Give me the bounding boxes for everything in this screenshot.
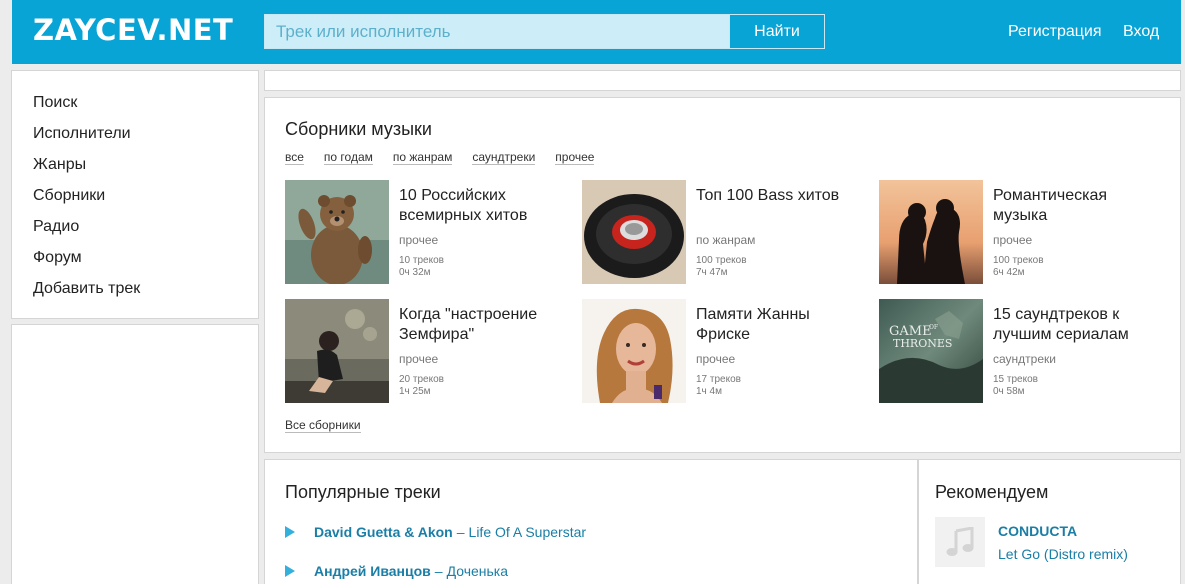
track-row: David Guetta & Akon – Life Of A Supersta… [285,522,586,542]
collection-title[interactable]: Романтическая музыка [993,186,1163,226]
sidebar-item-genres[interactable]: Жанры [12,155,258,186]
collection-track-count: 100 треков [696,255,747,266]
woman-portrait-photo[interactable] [582,299,686,403]
collection-card[interactable]: Памяти Жанны Фриске прочее 17 треков 1ч … [582,299,862,403]
track-row: Андрей Иванцов – Доченька [285,561,508,581]
track-separator: – [456,524,465,540]
sidebar-item-forum[interactable]: Форум [12,248,258,279]
track-artist[interactable]: David Guetta & Akon [314,524,453,540]
sidebar-item-add-track[interactable]: Добавить трек [12,279,258,310]
collection-category: прочее [993,233,1033,247]
collection-category: по жанрам [696,233,756,247]
sidebar-item-search[interactable]: Поиск [12,93,258,124]
game-of-thrones-poster[interactable]: GAME OF THRONES [879,299,983,403]
recommend-title: Рекомендуем [935,482,1049,502]
collection-card[interactable]: Топ 100 Bass хитов по жанрам 100 треков … [582,180,862,284]
collection-duration: 0ч 32м [399,267,431,278]
collection-card[interactable]: Романтическая музыка прочее 100 треков 6… [879,180,1159,284]
play-icon[interactable] [285,565,295,577]
speaker-photo[interactable] [582,180,686,284]
filter-by-genre[interactable]: по жанрам [392,150,453,165]
recommend-section: Рекомендуем CONDUCTA Let Go (Distro remi… [918,459,1181,584]
collection-category: прочее [399,352,439,366]
bear-photo[interactable] [285,180,389,284]
site-logo[interactable]: ZAYCEV.NET [33,13,233,47]
site-header: ZAYCEV.NET Найти Регистрация Вход [12,0,1181,64]
recommend-artist[interactable]: CONDUCTA [998,523,1077,539]
collection-card[interactable]: 10 Российских всемирных хитов прочее 10 … [285,180,565,284]
collection-duration: 0ч 58м [993,386,1025,397]
play-icon[interactable] [285,526,295,538]
sidebar-item-collections[interactable]: Сборники [12,186,258,217]
filter-other[interactable]: прочее [555,150,595,165]
collection-title[interactable]: 15 саундтреков к лучшим сериалам [993,305,1163,345]
popular-tracks-section: Популярные треки David Guetta & Akon – L… [264,459,918,584]
search-button[interactable]: Найти [729,15,824,48]
collections-filters: все по годам по жанрам саундтреки прочее [285,150,614,165]
got-title-line2: THRONES [893,337,952,350]
track-song[interactable]: Доченька [447,563,508,579]
music-note-icon [946,527,974,556]
all-collections-link[interactable]: Все сборники [285,418,361,433]
sidebar-item-radio[interactable]: Радио [12,217,258,248]
search-input[interactable] [265,15,729,48]
recommend-cover[interactable] [935,517,985,567]
collection-track-count: 17 треков [696,374,741,385]
collection-title[interactable]: Памяти Жанны Фриске [696,305,866,345]
collection-category: прочее [696,352,736,366]
register-link[interactable]: Регистрация [1008,23,1102,41]
track-song[interactable]: Life Of A Superstar [469,524,587,540]
girl-sitting-photo[interactable] [285,299,389,403]
collection-track-count: 20 треков [399,374,444,385]
sidebar-empty-panel [11,324,259,584]
collection-title[interactable]: Когда "настроение Земфира" [399,305,569,345]
top-banner-strip [264,70,1181,91]
collection-title[interactable]: 10 Российских всемирных хитов [399,186,569,226]
track-artist[interactable]: Андрей Иванцов [314,563,431,579]
collection-duration: 1ч 4м [696,386,722,397]
collection-duration: 6ч 42м [993,267,1025,278]
collection-duration: 7ч 47м [696,267,728,278]
popular-title: Популярные треки [285,482,441,502]
collection-card[interactable]: GAME OF THRONES 15 саундтреков к лучшим … [879,299,1159,403]
filter-by-year[interactable]: по годам [323,150,373,165]
collections-section: Сборники музыки все по годам по жанрам с… [264,97,1181,453]
couple-silhouette-photo[interactable] [879,180,983,284]
login-link[interactable]: Вход [1123,23,1159,41]
collection-category: саундтреки [993,352,1056,366]
collection-category: прочее [399,233,439,247]
collection-track-count: 10 треков [399,255,444,266]
sidebar-item-artists[interactable]: Исполнители [12,124,258,155]
collections-title: Сборники музыки [285,119,432,139]
collection-duration: 1ч 25м [399,386,431,397]
filter-soundtracks[interactable]: саундтреки [472,150,536,165]
collection-card[interactable]: Когда "настроение Земфира" прочее 20 тре… [285,299,565,403]
collection-track-count: 100 треков [993,255,1044,266]
recommend-song[interactable]: Let Go (Distro remix) [998,546,1128,562]
collection-track-count: 15 треков [993,374,1038,385]
track-separator: – [434,563,443,579]
got-title-of: OF [929,324,938,331]
collection-title[interactable]: Топ 100 Bass хитов [696,186,866,206]
search-form: Найти [264,14,825,49]
filter-all[interactable]: все [285,150,304,165]
sidebar-menu: Поиск Исполнители Жанры Сборники Радио Ф… [11,70,259,319]
